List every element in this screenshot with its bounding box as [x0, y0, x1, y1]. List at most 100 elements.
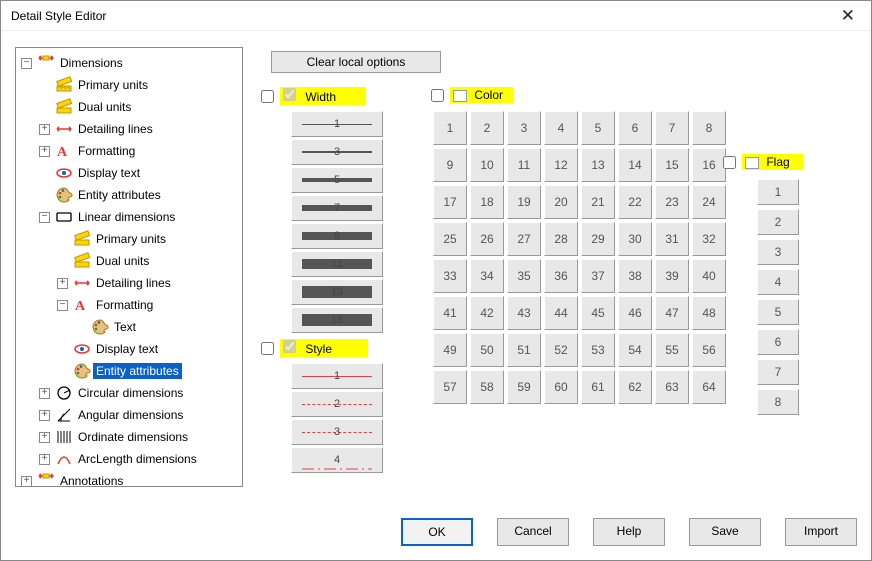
color-cell[interactable]: 57: [433, 370, 467, 404]
color-cell[interactable]: 12: [544, 148, 578, 182]
save-button[interactable]: Save: [689, 518, 761, 546]
color-cell[interactable]: 1: [433, 111, 467, 145]
color-cell[interactable]: 3: [507, 111, 541, 145]
help-button[interactable]: Help: [593, 518, 665, 546]
color-cell[interactable]: 62: [618, 370, 652, 404]
expand-icon[interactable]: +: [21, 476, 32, 487]
color-cell[interactable]: 40: [692, 259, 726, 293]
width-option[interactable]: 3: [291, 139, 383, 165]
color-cell[interactable]: 5: [581, 111, 615, 145]
color-cell[interactable]: 48: [692, 296, 726, 330]
tree-node-primary-units[interactable]: Primary units: [18, 74, 240, 96]
color-cell[interactable]: 25: [433, 222, 467, 256]
color-cell[interactable]: 36: [544, 259, 578, 293]
tree-node-formatting[interactable]: − A Formatting: [18, 294, 240, 316]
style-tree[interactable]: − Dimensions Primary units Dual units +: [15, 47, 243, 487]
flag-cell[interactable]: 6: [757, 329, 799, 355]
color-cell[interactable]: 13: [581, 148, 615, 182]
color-cell[interactable]: 16: [692, 148, 726, 182]
color-cell[interactable]: 14: [618, 148, 652, 182]
width-option[interactable]: 11: [291, 251, 383, 277]
style-option[interactable]: 4: [291, 447, 383, 473]
style-option[interactable]: 2: [291, 391, 383, 417]
collapse-icon[interactable]: −: [57, 300, 68, 311]
tree-node-primary-units[interactable]: Primary units: [18, 228, 240, 250]
color-cell[interactable]: 64: [692, 370, 726, 404]
tree-node-detailing-lines[interactable]: + Detailing lines: [18, 118, 240, 140]
color-cell[interactable]: 46: [618, 296, 652, 330]
color-cell[interactable]: 27: [507, 222, 541, 256]
clear-local-options-button[interactable]: Clear local options: [271, 51, 441, 73]
color-cell[interactable]: 44: [544, 296, 578, 330]
color-cell[interactable]: 11: [507, 148, 541, 182]
color-cell[interactable]: 31: [655, 222, 689, 256]
tree-node-circular-dimensions[interactable]: + Circular dimensions: [18, 382, 240, 404]
tree-node-dimensions[interactable]: − Dimensions: [18, 52, 240, 74]
color-cell[interactable]: 28: [544, 222, 578, 256]
collapse-icon[interactable]: −: [21, 58, 32, 69]
color-cell[interactable]: 60: [544, 370, 578, 404]
flag-cell[interactable]: 7: [757, 359, 799, 385]
color-cell[interactable]: 52: [544, 333, 578, 367]
color-cell[interactable]: 51: [507, 333, 541, 367]
color-cell[interactable]: 42: [470, 296, 504, 330]
color-cell[interactable]: 43: [507, 296, 541, 330]
color-cell[interactable]: 56: [692, 333, 726, 367]
flag-cell[interactable]: 8: [757, 389, 799, 415]
width-option[interactable]: 13: [291, 279, 383, 305]
color-cell[interactable]: 49: [433, 333, 467, 367]
color-cell[interactable]: 61: [581, 370, 615, 404]
tree-node-entity-attributes[interactable]: Entity attributes: [18, 184, 240, 206]
expand-icon[interactable]: +: [39, 454, 50, 465]
import-button[interactable]: Import: [785, 518, 857, 546]
color-enable-checkbox[interactable]: [431, 89, 444, 102]
color-cell[interactable]: 47: [655, 296, 689, 330]
tree-node-arclength-dimensions[interactable]: + ArcLength dimensions: [18, 448, 240, 470]
color-cell[interactable]: 20: [544, 185, 578, 219]
flag-cell[interactable]: 4: [757, 269, 799, 295]
expand-icon[interactable]: +: [39, 146, 50, 157]
color-cell[interactable]: 34: [470, 259, 504, 293]
color-cell[interactable]: 58: [470, 370, 504, 404]
collapse-icon[interactable]: −: [39, 212, 50, 223]
width-option[interactable]: 9: [291, 223, 383, 249]
width-option[interactable]: 5: [291, 167, 383, 193]
color-cell[interactable]: 6: [618, 111, 652, 145]
tree-node-ordinate-dimensions[interactable]: + Ordinate dimensions: [18, 426, 240, 448]
tree-node-entity-attributes-selected[interactable]: Entity attributes: [18, 360, 240, 382]
tree-node-dual-units[interactable]: Dual units: [18, 250, 240, 272]
flag-cell[interactable]: 5: [757, 299, 799, 325]
color-cell[interactable]: 17: [433, 185, 467, 219]
tree-node-display-text[interactable]: Display text: [18, 338, 240, 360]
expand-icon[interactable]: +: [39, 388, 50, 399]
cancel-button[interactable]: Cancel: [497, 518, 569, 546]
flag-cell[interactable]: 2: [757, 209, 799, 235]
style-option[interactable]: 3: [291, 419, 383, 445]
expand-icon[interactable]: +: [57, 278, 68, 289]
color-cell[interactable]: 33: [433, 259, 467, 293]
style-enable-checkbox[interactable]: [261, 342, 274, 355]
color-cell[interactable]: 8: [692, 111, 726, 145]
color-cell[interactable]: 4: [544, 111, 578, 145]
flag-enable-checkbox[interactable]: [723, 156, 736, 169]
expand-icon[interactable]: +: [39, 432, 50, 443]
flag-cell[interactable]: 1: [757, 179, 799, 205]
width-enable-checkbox[interactable]: [261, 90, 274, 103]
color-cell[interactable]: 41: [433, 296, 467, 330]
style-option[interactable]: 1: [291, 363, 383, 389]
color-cell[interactable]: 10: [470, 148, 504, 182]
color-cell[interactable]: 22: [618, 185, 652, 219]
color-cell[interactable]: 18: [470, 185, 504, 219]
color-cell[interactable]: 9: [433, 148, 467, 182]
color-cell[interactable]: 38: [618, 259, 652, 293]
tree-node-annotations[interactable]: + Annotations: [18, 470, 240, 487]
width-option[interactable]: 15: [291, 307, 383, 333]
color-cell[interactable]: 21: [581, 185, 615, 219]
color-cell[interactable]: 2: [470, 111, 504, 145]
close-button[interactable]: ✕: [835, 6, 861, 26]
color-cell[interactable]: 50: [470, 333, 504, 367]
color-cell[interactable]: 15: [655, 148, 689, 182]
color-cell[interactable]: 24: [692, 185, 726, 219]
tree-node-angular-dimensions[interactable]: + Angular dimensions: [18, 404, 240, 426]
color-cell[interactable]: 32: [692, 222, 726, 256]
